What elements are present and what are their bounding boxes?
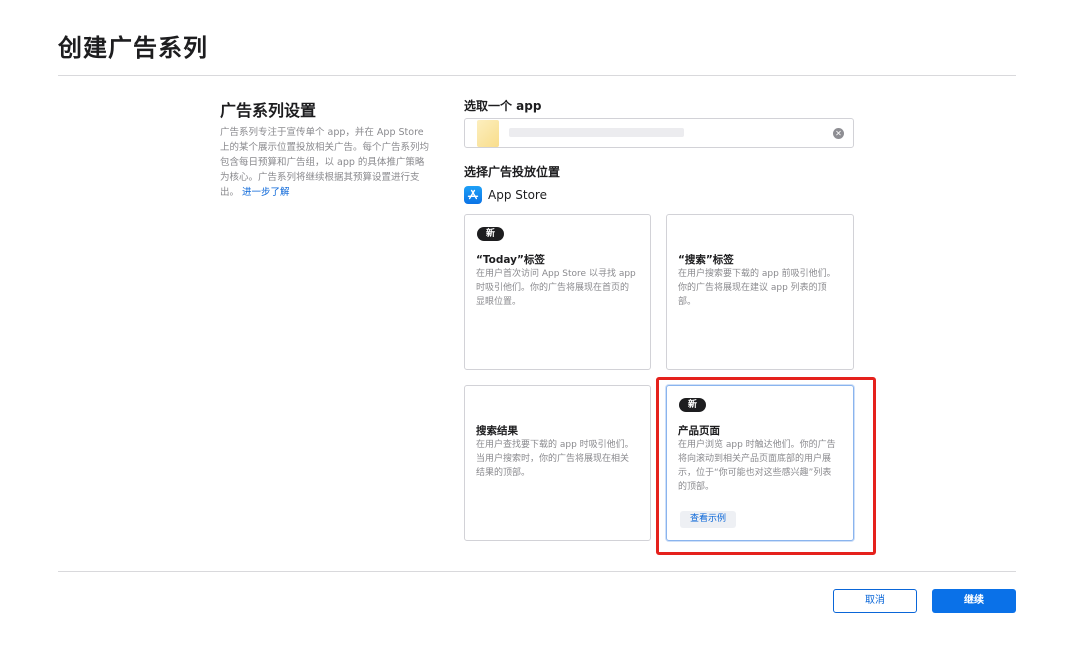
app-store-name: App Store [488, 188, 547, 202]
app-select-input[interactable]: ✕ [464, 118, 854, 148]
page-title: 创建广告系列 [58, 34, 208, 62]
continue-button[interactable]: 继续 [932, 589, 1016, 613]
card-title: “搜索”标签 [678, 254, 734, 266]
cancel-button[interactable]: 取消 [833, 589, 917, 613]
app-select-label: 选取一个 app [464, 99, 542, 113]
card-description: 在用户搜索要下载的 app 前吸引他们。你的广告将展现在建议 app 列表的顶部… [678, 269, 836, 307]
learn-more-link[interactable]: 进一步了解 [242, 187, 290, 198]
card-description: 在用户查找要下载的 app 时吸引他们。当用户搜索时，你的广告将展现在相关结果的… [476, 440, 634, 478]
clear-icon[interactable]: ✕ [833, 128, 844, 139]
selected-app-icon [477, 120, 499, 147]
top-divider [58, 75, 1016, 76]
view-example-button[interactable]: 查看示例 [680, 511, 737, 528]
placement-card-search-tab[interactable]: “搜索”标签 在用户搜索要下载的 app 前吸引他们。你的广告将展现在建议 ap… [666, 214, 854, 370]
card-description: 在用户浏览 app 时触达他们。你的广告将向滚动到相关产品页面底部的用户展示，位… [678, 440, 836, 492]
placement-card-search-results[interactable]: 搜索结果 在用户查找要下载的 app 时吸引他们。当用户搜索时，你的广告将展现在… [464, 385, 651, 541]
new-badge: 新 [679, 398, 707, 412]
placement-label: 选择广告投放位置 [464, 165, 561, 179]
settings-description: 广告系列专注于宣传单个 app，并在 App Store 上的某个展示位置投放相… [220, 125, 430, 200]
card-title: “Today”标签 [476, 254, 545, 266]
bottom-divider [58, 571, 1016, 572]
new-badge: 新 [477, 227, 505, 241]
card-title: 产品页面 [678, 425, 720, 437]
card-title: 搜索结果 [476, 425, 518, 437]
selected-app-name-redacted [509, 128, 684, 137]
app-store-heading: App Store [464, 186, 547, 204]
app-store-icon [464, 186, 482, 204]
placement-card-today[interactable]: 新 “Today”标签 在用户首次访问 App Store 以寻找 app 时吸… [464, 214, 651, 370]
settings-title: 广告系列设置 [220, 101, 317, 120]
placement-card-product-pages[interactable]: 新 产品页面 在用户浏览 app 时触达他们。你的广告将向滚动到相关产品页面底部… [666, 385, 854, 541]
card-description: 在用户首次访问 App Store 以寻找 app 时吸引他们。你的广告将展现在… [476, 269, 636, 307]
